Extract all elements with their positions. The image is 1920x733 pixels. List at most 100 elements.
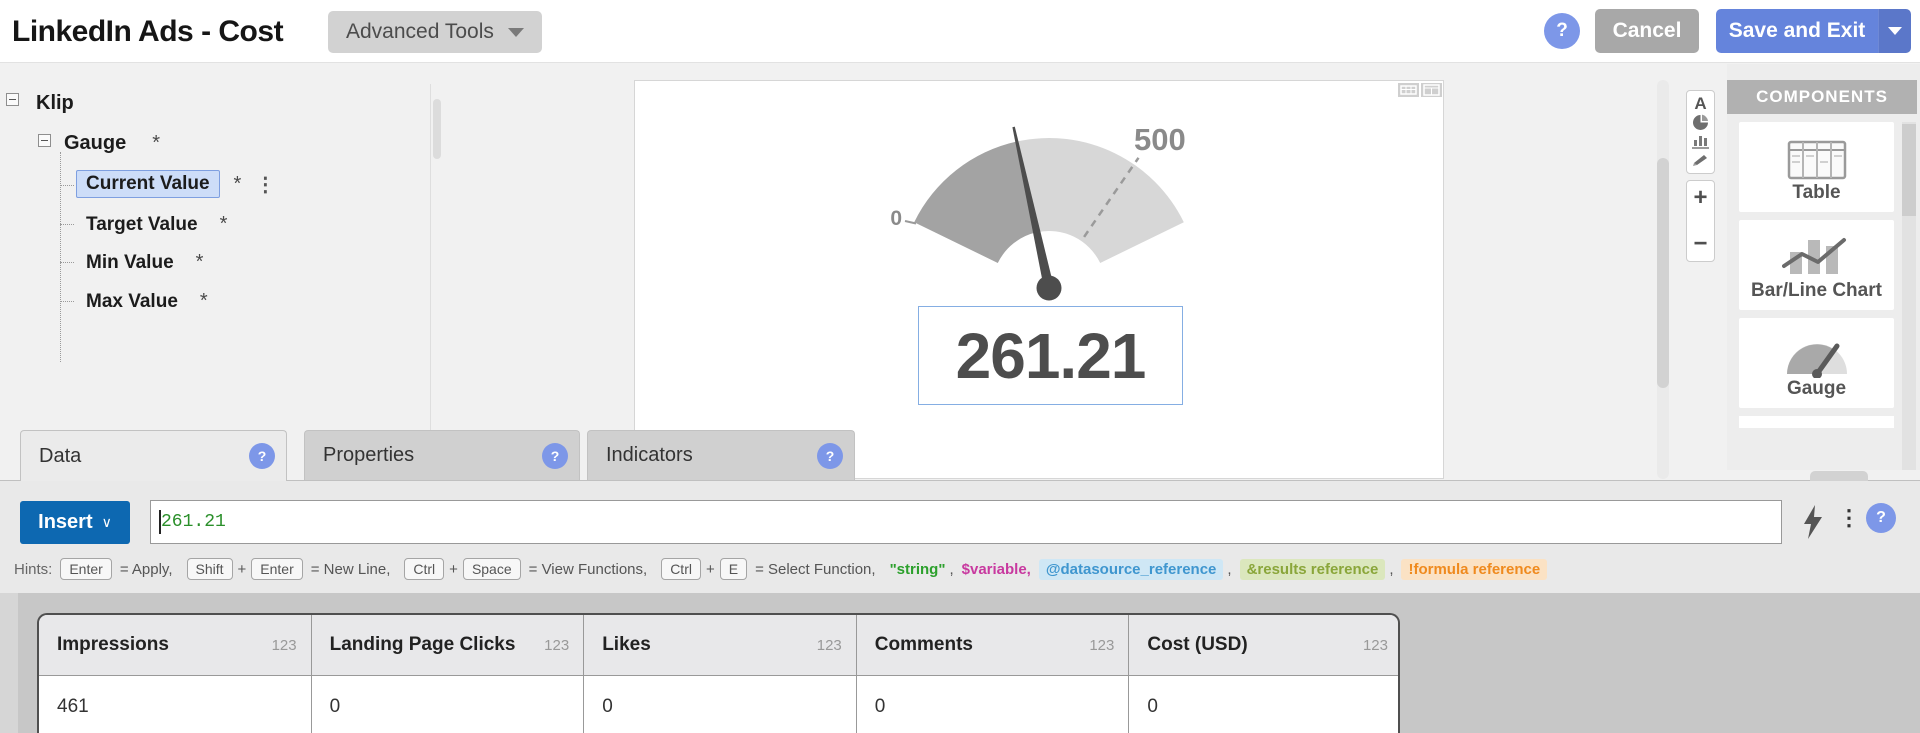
gauge-min-tick bbox=[904, 220, 917, 225]
tree-connector bbox=[60, 152, 61, 362]
bar-chart-icon bbox=[1692, 135, 1709, 149]
component-table[interactable]: Table bbox=[1739, 122, 1894, 212]
text-tool-button[interactable]: A bbox=[1691, 94, 1711, 113]
column-header-cost-usd[interactable]: Cost (USD) 123 bbox=[1129, 615, 1398, 676]
component-bar-line-chart[interactable]: Bar/Line Chart bbox=[1739, 220, 1894, 310]
help-button[interactable]: ? bbox=[1544, 13, 1580, 49]
formula-help-button[interactable]: ? bbox=[1866, 503, 1896, 533]
gauge-min-label: 0 bbox=[890, 207, 902, 230]
formula-options-kebab-icon[interactable]: ⋮ bbox=[1838, 505, 1860, 531]
tree-connector bbox=[60, 262, 74, 263]
table-cell[interactable]: 0 bbox=[584, 676, 857, 733]
editor-workspace: Klip Gauge * Current Value * ⋮ Target Va… bbox=[0, 64, 1920, 479]
collapse-icon[interactable] bbox=[6, 93, 19, 106]
key-enter: Enter bbox=[60, 558, 112, 580]
numeric-type-badge: 123 bbox=[271, 636, 297, 654]
klip-canvas[interactable]: 0 500 261.21 bbox=[634, 80, 1444, 479]
editor-tabs: Data ? Properties ? Indicators ? bbox=[0, 430, 1920, 481]
help-icon: ? bbox=[1556, 20, 1568, 41]
canvas-grid-icon[interactable] bbox=[1398, 83, 1419, 97]
tree-item-gauge[interactable]: Gauge bbox=[64, 132, 126, 155]
gauge-chart[interactable]: 0 500 bbox=[861, 106, 1251, 311]
zoom-in-button[interactable]: + bbox=[1691, 186, 1711, 210]
numeric-type-badge: 123 bbox=[544, 636, 570, 654]
canvas-table-icon[interactable] bbox=[1421, 83, 1442, 97]
brush-icon bbox=[1693, 155, 1707, 167]
gutter bbox=[0, 593, 18, 733]
gauge-needle-pivot bbox=[1036, 275, 1062, 301]
modified-marker: * bbox=[233, 172, 242, 195]
tree-scrollbar[interactable] bbox=[433, 99, 441, 159]
table-cell[interactable]: 0 bbox=[311, 676, 585, 733]
components-header: COMPONENTS bbox=[1727, 80, 1917, 114]
tree-connector bbox=[60, 185, 74, 186]
tree-item-target-value[interactable]: Target Value bbox=[86, 214, 198, 236]
save-and-exit-label[interactable]: Save and Exit bbox=[1716, 9, 1878, 53]
kebab-menu-icon[interactable]: ⋮ bbox=[255, 172, 275, 197]
table-header-row: Impressions 123 Landing Page Clicks 123 … bbox=[39, 615, 1398, 676]
gauge-current-value: 261.21 bbox=[955, 319, 1147, 392]
cancel-button[interactable]: Cancel bbox=[1595, 9, 1699, 53]
collapse-icon[interactable] bbox=[38, 134, 51, 147]
save-and-exit-button[interactable]: Save and Exit bbox=[1716, 9, 1911, 53]
tree-item-current-value[interactable]: Current Value bbox=[76, 170, 220, 198]
zoom-out-button[interactable]: − bbox=[1691, 232, 1711, 256]
table-cell[interactable]: 0 bbox=[1129, 676, 1398, 733]
bar-chart-tool-button[interactable] bbox=[1691, 132, 1711, 150]
table-cell[interactable]: 461 bbox=[39, 676, 312, 733]
component-gauge[interactable]: Gauge bbox=[1739, 318, 1894, 408]
table-component-icon bbox=[1787, 140, 1846, 180]
chevron-down-icon: ∨ bbox=[101, 514, 112, 530]
column-header-comments[interactable]: Comments 123 bbox=[856, 615, 1130, 676]
numeric-type-badge: 123 bbox=[1362, 636, 1388, 654]
canvas-scrollbar[interactable] bbox=[1657, 158, 1669, 388]
tab-help-icon[interactable]: ? bbox=[817, 442, 843, 469]
token-variable: $variable, bbox=[961, 560, 1031, 578]
column-header-likes[interactable]: Likes 123 bbox=[584, 615, 857, 676]
tab-data[interactable]: Data ? bbox=[20, 430, 287, 481]
hints-prefix: Hints: bbox=[14, 560, 53, 578]
tab-indicators[interactable]: Indicators ? bbox=[587, 430, 855, 480]
modified-marker: * bbox=[219, 213, 228, 235]
tree-root-klip[interactable]: Klip bbox=[36, 92, 74, 115]
component-card-partial bbox=[1739, 416, 1894, 428]
lightning-icon[interactable] bbox=[1802, 505, 1824, 539]
pie-chart-icon bbox=[1693, 114, 1708, 131]
dropdown-arrow-icon bbox=[1888, 27, 1902, 35]
key-shift: Shift bbox=[186, 558, 233, 580]
canvas-tools: A bbox=[1686, 90, 1715, 174]
pie-chart-tool-button[interactable] bbox=[1691, 114, 1711, 132]
tree-connector bbox=[60, 301, 74, 302]
brush-tool-button[interactable] bbox=[1691, 151, 1711, 169]
top-bar: LinkedIn Ads - Cost Advanced Tools ? Can… bbox=[0, 0, 1920, 63]
formula-value: 261.21 bbox=[161, 512, 226, 532]
key-space: Space bbox=[462, 558, 521, 580]
components-panel: COMPONENTS Table Bar/Line Chart Gauge bbox=[1727, 64, 1920, 470]
insert-button[interactable]: Insert ∨ bbox=[20, 501, 130, 544]
advanced-tools-button[interactable]: Advanced Tools bbox=[328, 11, 542, 53]
tree-item-max-value[interactable]: Max Value bbox=[86, 291, 178, 313]
column-header-landing-page-clicks[interactable]: Landing Page Clicks 123 bbox=[311, 615, 585, 676]
formula-input[interactable]: 261.21 bbox=[150, 500, 1782, 544]
tree-item-min-value[interactable]: Min Value bbox=[86, 252, 174, 274]
save-options-dropdown[interactable] bbox=[1878, 9, 1911, 53]
component-tree: Klip Gauge * Current Value * ⋮ Target Va… bbox=[0, 64, 430, 430]
column-header-impressions[interactable]: Impressions 123 bbox=[39, 615, 312, 676]
tab-help-icon[interactable]: ? bbox=[249, 443, 275, 469]
token-string: "string" bbox=[889, 560, 946, 578]
modified-marker: * bbox=[152, 132, 161, 154]
numeric-type-badge: 123 bbox=[816, 636, 842, 654]
key-e: E bbox=[719, 558, 748, 580]
table-cell[interactable]: 0 bbox=[856, 676, 1130, 733]
current-value-component[interactable]: 261.21 bbox=[918, 306, 1183, 405]
components-scrollbar[interactable] bbox=[1902, 124, 1916, 216]
key-ctrl: Ctrl bbox=[404, 558, 445, 580]
key-ctrl: Ctrl bbox=[661, 558, 701, 580]
tab-properties[interactable]: Properties ? bbox=[304, 430, 580, 480]
page-title: LinkedIn Ads - Cost bbox=[12, 14, 284, 48]
formula-hints: Hints: Enter = Apply, Shift + Enter = Ne… bbox=[14, 555, 1894, 583]
tab-help-icon[interactable]: ? bbox=[542, 442, 568, 469]
data-panel: Insert ∨ 261.21 ⋮ ? Hints: Enter = Apply… bbox=[0, 471, 1920, 733]
numeric-type-badge: 123 bbox=[1089, 636, 1115, 654]
bar-line-chart-component-icon bbox=[1781, 238, 1846, 274]
